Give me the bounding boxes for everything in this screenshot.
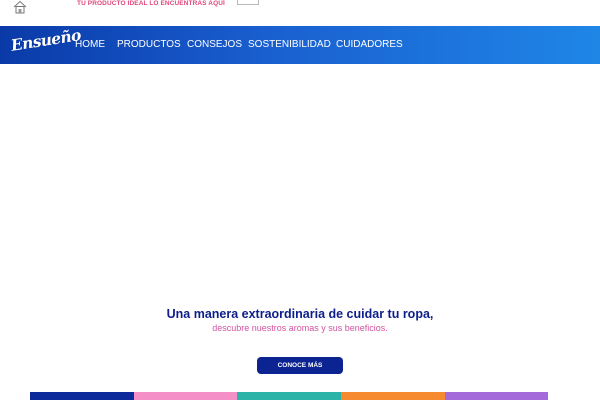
color-strip-segment	[134, 392, 237, 400]
conoce-mas-button[interactable]: CONOCE MÁS	[257, 357, 343, 374]
promo-link[interactable]: TU PRODUCTO IDEAL LO ENCUENTRAS AQUÍ	[77, 0, 225, 7]
color-strip-segment	[445, 392, 548, 400]
color-strip-segment	[30, 392, 134, 400]
nav-item-consejos[interactable]: CONSEJOS	[187, 38, 242, 52]
main-navbar: Ensueño HOME PRODUCTOS CONSEJOS SOSTENIB…	[0, 25, 600, 64]
top-bar: TU PRODUCTO IDEAL LO ENCUENTRAS AQUÍ	[0, 0, 600, 26]
color-strip-segment	[237, 392, 341, 400]
nav-item-home[interactable]: HOME	[75, 38, 105, 52]
brand-logo[interactable]: Ensueño	[10, 25, 82, 57]
nav-item-cuidadores[interactable]: CUIDADORES	[336, 38, 403, 52]
house-icon[interactable]	[12, 0, 28, 14]
brand-logo-text: Ensueño	[9, 25, 82, 55]
nav-item-productos[interactable]: PRODUCTOS	[117, 38, 181, 52]
hero-subtitle: descubre nuestros aromas y sus beneficio…	[212, 323, 388, 333]
color-strip-segment	[341, 392, 445, 400]
hero-title: Una manera extraordinaria de cuidar tu r…	[166, 307, 434, 321]
nav-item-sostenibilidad[interactable]: SOSTENIBILIDAD	[248, 38, 331, 52]
promo-search-box[interactable]	[237, 0, 259, 5]
